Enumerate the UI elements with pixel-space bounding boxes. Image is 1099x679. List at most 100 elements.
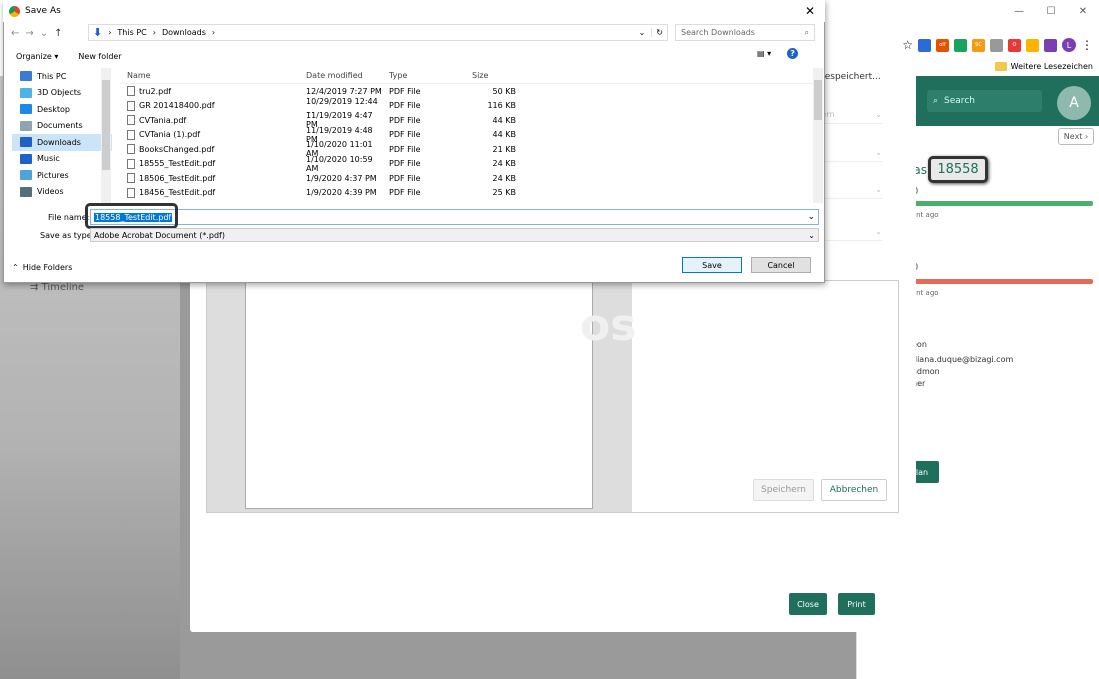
- person-b: admon: [912, 367, 940, 376]
- modal-title: gespeichert...: [819, 72, 881, 82]
- extension-icon[interactable]: [918, 38, 931, 52]
- browser-menu-icon[interactable]: ⋮: [1081, 38, 1093, 52]
- file-name-highlight: [85, 203, 178, 229]
- nav-item-label: This PC: [37, 71, 67, 81]
- nav-item-desktop[interactable]: Desktop: [12, 101, 112, 118]
- file-date-cell: 1/9/2020 4:39 PM: [306, 188, 377, 198]
- file-list-header: Name Date modified Type Size: [120, 68, 815, 84]
- new-folder-button[interactable]: New folder: [78, 52, 121, 61]
- file-rows: tru2.pdf 12/4/2019 7:27 PM PDF File 50 KB GR…: [120, 84, 815, 200]
- search-icon: ⌕: [804, 27, 809, 37]
- close-button[interactable]: Close: [789, 593, 827, 615]
- chevron-down-icon[interactable]: ⌄: [807, 212, 818, 222]
- forward-arrow-icon[interactable]: →: [25, 28, 33, 39]
- file-type-cell: PDF File: [389, 115, 421, 125]
- nav-item-label: Documents: [37, 121, 83, 131]
- breadcrumb-downloads[interactable]: Downloads: [162, 28, 206, 37]
- folder-icon: [994, 61, 1007, 71]
- search-icon: ⌕: [933, 96, 939, 106]
- recent-chevron-icon[interactable]: ⌄: [40, 28, 48, 39]
- file-row[interactable]: 18456_TestEdit.pdf 1/9/2020 4:39 PM PDF Fi…: [120, 186, 815, 201]
- bookmark-star-icon[interactable]: ☆: [902, 38, 913, 52]
- progress-bar-green: [905, 201, 1093, 206]
- extension-icon[interactable]: [1026, 38, 1039, 52]
- up-arrow-icon[interactable]: ↑: [54, 28, 62, 39]
- dialog-close-button[interactable]: ✕: [800, 3, 820, 19]
- column-name[interactable]: Name: [120, 71, 302, 80]
- help-icon[interactable]: ?: [787, 48, 799, 59]
- nav-item-3d-objects[interactable]: 3D Objects: [12, 85, 112, 102]
- next-button[interactable]: Next ›: [1058, 128, 1094, 145]
- nav-item-videos[interactable]: Videos: [12, 184, 112, 201]
- timeline-label: Timeline: [41, 282, 85, 293]
- timeline-link[interactable]: ⇉ Timeline: [30, 282, 84, 293]
- nav-item-pictures[interactable]: Pictures: [12, 167, 112, 184]
- breadcrumb-sep: ›: [211, 28, 216, 37]
- file-row[interactable]: CVTania (1).pdf 11/19/2019 4:48 PM PDF Fil…: [120, 126, 815, 144]
- speichern-button[interactable]: Speichern: [753, 479, 814, 501]
- user-avatar[interactable]: A: [1057, 86, 1091, 120]
- file-name-text: tru2.pdf: [139, 86, 172, 96]
- save-type-select[interactable]: Adobe Acrobat Document (*.pdf) ⌄: [90, 228, 819, 242]
- pdf-file-icon: [127, 100, 135, 111]
- nav-item-documents[interactable]: Documents: [12, 118, 112, 135]
- extension-icon[interactable]: off: [936, 38, 949, 52]
- nav-item-label: Downloads: [37, 137, 81, 147]
- extension-icon[interactable]: [954, 38, 967, 52]
- profile-avatar[interactable]: L: [1062, 38, 1076, 52]
- breadcrumb-this-pc[interactable]: This PC: [117, 28, 146, 37]
- address-dropdown-icon[interactable]: ⌄: [639, 28, 646, 37]
- file-row[interactable]: tru2.pdf 12/4/2019 7:27 PM PDF File 50 KB: [120, 84, 815, 99]
- folder-icon: [20, 87, 32, 98]
- print-button[interactable]: Print: [838, 593, 875, 615]
- file-list-scrollbar-thumb[interactable]: [814, 80, 822, 120]
- column-size[interactable]: Size: [468, 71, 518, 80]
- address-bar[interactable]: ⬇ › This PC › Downloads › ⌄ ↻: [88, 24, 668, 41]
- pdf-file-icon: [127, 86, 135, 97]
- save-button[interactable]: Save: [682, 257, 742, 273]
- file-name-input[interactable]: 18558_TestEdit.pdf ⌄: [90, 209, 819, 225]
- file-size-cell: 24 KB: [492, 173, 516, 183]
- file-type-cell: PDF File: [389, 144, 421, 154]
- nav-item-this-pc[interactable]: This PC: [12, 68, 112, 85]
- minimize-button[interactable]: —: [1003, 0, 1035, 22]
- extension-icon[interactable]: SC: [972, 38, 985, 52]
- file-name-text: CVTania (1).pdf: [139, 130, 201, 140]
- nav-item-label: 3D Objects: [37, 88, 82, 98]
- cancel-button[interactable]: Cancel: [751, 257, 811, 273]
- chevron-down-icon: ⌄: [875, 110, 882, 119]
- file-row[interactable]: CVTania.pdf 11/19/2019 4:47 PM PDF File 44 …: [120, 111, 815, 129]
- file-name-cell: tru2.pdf: [120, 86, 302, 97]
- file-row[interactable]: GR 201418400.pdf 10/29/2019 12:44 ... PDF …: [120, 97, 815, 115]
- file-row[interactable]: BooksChanged.pdf 1/10/2020 11:01 AM PDF Fi…: [120, 140, 815, 158]
- app-search-input[interactable]: ⌕ Search: [927, 90, 1042, 112]
- refresh-icon[interactable]: ↻: [651, 28, 667, 37]
- extension-icon[interactable]: [990, 38, 1003, 52]
- search-downloads-input[interactable]: Search Downloads ⌕: [675, 24, 815, 41]
- dialog-toolbar: Organize ▾ New folder: [3, 46, 825, 66]
- nav-item-music[interactable]: Music: [12, 151, 112, 168]
- column-type[interactable]: Type: [385, 71, 468, 80]
- nav-item-downloads[interactable]: Downloads: [12, 134, 112, 151]
- file-row[interactable]: 18555_TestEdit.pdf 1/10/2020 10:59 AM PDF …: [120, 155, 815, 173]
- back-arrow-icon[interactable]: ←: [11, 28, 19, 39]
- navigation-pane: This PC 3D Objects Desktop Documents Downloa…: [12, 68, 112, 203]
- other-bookmarks-link[interactable]: Weitere Lesezeichen: [1011, 62, 1093, 71]
- column-date[interactable]: Date modified: [302, 71, 385, 80]
- extension-icon[interactable]: [1044, 38, 1057, 52]
- file-date-cell: 12/4/2019 7:27 PM: [306, 86, 382, 96]
- file-size-cell: 116 KB: [487, 101, 516, 111]
- file-name-cell: CVTania.pdf: [120, 115, 302, 126]
- view-options-icon[interactable]: ▤ ▾: [757, 49, 771, 58]
- file-row[interactable]: 18506_TestEdit.pdf 1/9/2020 4:37 PM PDF Fi…: [120, 171, 815, 186]
- extension-icon[interactable]: O: [1008, 38, 1021, 52]
- folder-icon: [20, 120, 32, 131]
- hide-folders-toggle[interactable]: ⌃ Hide Folders: [12, 263, 72, 272]
- bookmarks-bar: Weitere Lesezeichen: [994, 58, 1099, 74]
- nav-scrollbar-thumb[interactable]: [102, 80, 110, 170]
- save-type-label: Save as type:: [40, 231, 95, 240]
- maximize-button[interactable]: ☐: [1035, 0, 1067, 22]
- abbrechen-button[interactable]: Abbrechen: [821, 479, 887, 501]
- close-window-button[interactable]: ✕: [1067, 0, 1099, 22]
- organize-menu[interactable]: Organize ▾: [16, 52, 58, 61]
